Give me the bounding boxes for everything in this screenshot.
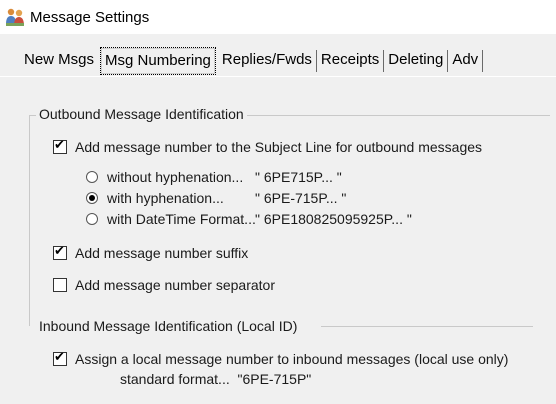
format-radio-hyphen[interactable] [86,192,98,204]
format-label: with DateTime Format... [107,211,256,227]
tab-adv[interactable]: Adv [448,47,482,75]
format-example: " 6PE180825095925P... " [255,211,412,227]
tab-replies-fwds[interactable]: Replies/Fwds [218,47,316,75]
standard-format-text: standard format... "6PE-715P" [120,371,312,387]
format-option-datetime[interactable]: with DateTime Format... " 6PE18082509592… [86,211,412,227]
people-icon [4,6,26,28]
separator-checkbox-row[interactable]: Add message number separator [53,277,275,293]
suffix-checkbox[interactable] [53,244,67,260]
add-to-subject-checkbox-row[interactable]: Add message number to the Subject Line f… [53,138,483,155]
format-radio-no-hyphen[interactable] [86,171,98,183]
suffix-checkbox-row[interactable]: Add message number suffix [53,244,249,261]
tab-new-msgs[interactable]: New Msgs [20,47,98,75]
format-option-no-hyphen[interactable]: without hyphenation... " 6PE715P... " [86,169,342,185]
tab-strip: New Msgs Msg Numbering Replies/Fwds Rece… [20,47,484,75]
window-title: Message Settings [30,8,150,26]
suffix-label: Add message number suffix [75,245,249,261]
message-settings-window: Message Settings New Msgs Msg Numbering … [0,0,556,404]
format-example: " 6PE-715P... " [255,190,347,206]
tab-baseline [0,76,556,77]
separator-label: Add message number separator [75,277,275,293]
assign-local-checkbox[interactable] [53,350,67,366]
format-option-hyphen[interactable]: with hyphenation... " 6PE-715P... " [86,190,346,206]
assign-local-label: Assign a local message number to inbound… [75,351,509,367]
separator-checkbox[interactable] [53,278,67,292]
format-radio-datetime[interactable] [86,213,98,225]
tab-deleting[interactable]: Deleting [384,47,447,75]
msg-numbering-panel: Outbound Message Identification Add mess… [20,78,550,404]
format-label: with hyphenation... [107,190,224,206]
outbound-group-label: Outbound Message Identification [36,106,247,122]
title-bar: Message Settings [0,0,556,34]
inbound-group-line [321,326,533,327]
tab-divider [482,50,484,72]
format-label: without hyphenation... [107,169,244,185]
format-example: " 6PE715P... " [255,169,342,185]
assign-local-checkbox-row[interactable]: Assign a local message number to inbound… [53,350,509,367]
add-to-subject-label: Add message number to the Subject Line f… [75,139,483,155]
tab-receipts[interactable]: Receipts [317,47,383,75]
tab-msg-numbering[interactable]: Msg Numbering [100,47,216,75]
add-to-subject-checkbox[interactable] [53,138,67,154]
inbound-group-label: Inbound Message Identification (Local ID… [39,318,298,334]
